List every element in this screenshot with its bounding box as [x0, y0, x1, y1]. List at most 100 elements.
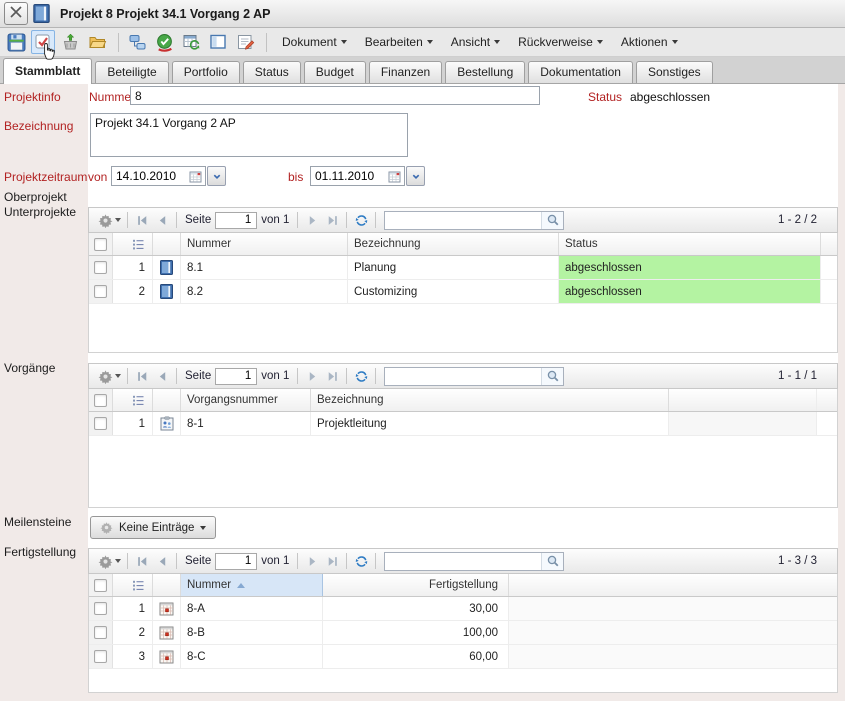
next-page-button[interactable]: [302, 210, 322, 230]
von-date-input[interactable]: [112, 169, 186, 183]
nummer-input[interactable]: [130, 86, 540, 105]
page-input[interactable]: [215, 212, 257, 229]
icon-column-header[interactable]: [153, 574, 181, 596]
cell-bezeichnung: Planung: [348, 256, 559, 279]
tab-sonstiges[interactable]: Sonstiges: [636, 61, 713, 83]
row-checkbox[interactable]: [94, 417, 107, 430]
column-header-nummer-sorted[interactable]: Nummer: [181, 574, 323, 596]
project-window: Projekt 8 Projekt 34.1 Vorgang 2 AP Doku…: [0, 0, 845, 701]
open-folder-button[interactable]: [85, 30, 109, 54]
search-input[interactable]: [385, 368, 541, 385]
last-page-button[interactable]: [322, 551, 342, 571]
tab-stammblatt[interactable]: Stammblatt: [3, 58, 92, 84]
grid-settings-button[interactable]: [95, 366, 123, 386]
projektinfo-label: Projektinfo: [4, 90, 61, 104]
first-page-button[interactable]: [132, 210, 152, 230]
menu-bearbeiten[interactable]: Bearbeiten: [356, 29, 442, 55]
row-number-column-header[interactable]: [113, 574, 153, 596]
tab-dokumentation[interactable]: Dokumentation: [528, 61, 633, 83]
status-label: Status: [588, 90, 622, 104]
next-page-button[interactable]: [302, 551, 322, 571]
row-checkbox[interactable]: [94, 602, 107, 615]
prev-page-button[interactable]: [152, 366, 172, 386]
close-button[interactable]: [4, 2, 28, 25]
confirm-button[interactable]: [152, 30, 176, 54]
cell-bezeichnung: Customizing: [348, 280, 559, 303]
calendar-icon[interactable]: [385, 167, 403, 185]
tab-budget[interactable]: Budget: [304, 61, 366, 83]
search-input[interactable]: [385, 212, 541, 229]
grid-settings-button[interactable]: [95, 551, 123, 571]
row-number: 2: [113, 621, 153, 644]
next-page-button[interactable]: [302, 366, 322, 386]
row-number-column-header[interactable]: [113, 389, 153, 411]
meilensteine-menu-button[interactable]: Keine Einträge: [90, 516, 216, 539]
tab-status[interactable]: Status: [243, 61, 301, 83]
recalculate-button[interactable]: [179, 30, 203, 54]
menu-dokument[interactable]: Dokument: [273, 29, 356, 55]
tab-beteiligte[interactable]: Beteiligte: [95, 61, 168, 83]
row-number-column-header[interactable]: [113, 233, 153, 255]
column-header-fertigstellung[interactable]: Fertigstellung: [323, 574, 509, 596]
menu-ansicht[interactable]: Ansicht: [442, 29, 509, 55]
import-button[interactable]: [58, 30, 82, 54]
prev-page-button[interactable]: [152, 210, 172, 230]
select-all-checkbox[interactable]: [94, 579, 107, 592]
range-label: 1 - 2 / 2: [778, 214, 831, 226]
hierarchy-icon: [128, 33, 147, 51]
refresh-button[interactable]: [351, 551, 371, 571]
empty-cell: [669, 412, 817, 435]
column-header-nummer[interactable]: Nummer: [181, 233, 348, 255]
column-header-bezeichnung[interactable]: Bezeichnung: [348, 233, 559, 255]
panel-view-button[interactable]: [206, 30, 230, 54]
first-page-button[interactable]: [132, 366, 152, 386]
last-page-button[interactable]: [322, 366, 342, 386]
search-button[interactable]: [541, 553, 563, 570]
tab-portfolio[interactable]: Portfolio: [172, 61, 240, 83]
column-header-vorgangsnummer[interactable]: Vorgangsnummer: [181, 389, 311, 411]
select-all-checkbox[interactable]: [94, 394, 107, 407]
table-row[interactable]: 2 8.2 Customizing abgeschlossen: [89, 280, 837, 304]
accept-button[interactable]: [31, 30, 55, 54]
row-checkbox[interactable]: [94, 650, 107, 663]
search-button[interactable]: [541, 212, 563, 229]
bis-date-input[interactable]: [311, 169, 385, 183]
table-row[interactable]: 2 8-B 100,00: [89, 621, 837, 645]
search-input[interactable]: [385, 553, 541, 570]
table-row[interactable]: 3 8-C 60,00: [89, 645, 837, 669]
last-page-button[interactable]: [322, 210, 342, 230]
tab-finanzen[interactable]: Finanzen: [369, 61, 442, 83]
page-input[interactable]: [215, 368, 257, 385]
edit-note-button[interactable]: [233, 30, 257, 54]
tab-bestellung[interactable]: Bestellung: [445, 61, 525, 83]
row-checkbox[interactable]: [94, 261, 107, 274]
icon-column-header[interactable]: [153, 389, 181, 411]
bis-date-dropdown[interactable]: [406, 166, 425, 186]
hierarchy-button[interactable]: [125, 30, 149, 54]
table-row[interactable]: 1 8-A 30,00: [89, 597, 837, 621]
page-input[interactable]: [215, 553, 257, 570]
search-button[interactable]: [541, 368, 563, 385]
column-header-status[interactable]: Status: [559, 233, 821, 255]
column-header-bezeichnung[interactable]: Bezeichnung: [311, 389, 669, 411]
gear-icon: [100, 521, 113, 534]
prev-page-button[interactable]: [152, 551, 172, 571]
menu-aktionen[interactable]: Aktionen: [612, 29, 687, 55]
refresh-button[interactable]: [351, 210, 371, 230]
grid-settings-button[interactable]: [95, 210, 123, 230]
menu-rueckverweise[interactable]: Rückverweise: [509, 29, 612, 55]
refresh-button[interactable]: [351, 366, 371, 386]
calendar-icon[interactable]: [186, 167, 204, 185]
icon-column-header[interactable]: [153, 233, 181, 255]
table-row[interactable]: 1 8-1 Projektleitung: [89, 412, 837, 436]
select-all-checkbox[interactable]: [94, 238, 107, 251]
row-checkbox[interactable]: [94, 626, 107, 639]
fertigstellung-pager: Seite von 1 1 - 3 / 3: [88, 548, 838, 574]
row-checkbox[interactable]: [94, 285, 107, 298]
first-page-button[interactable]: [132, 551, 152, 571]
save-button[interactable]: [4, 30, 28, 54]
table-row[interactable]: 1 8.1 Planung abgeschlossen: [89, 256, 837, 280]
bezeichnung-textarea[interactable]: Projekt 34.1 Vorgang 2 AP: [90, 113, 408, 157]
von-date-dropdown[interactable]: [207, 166, 226, 186]
next-page-icon: [306, 555, 319, 568]
